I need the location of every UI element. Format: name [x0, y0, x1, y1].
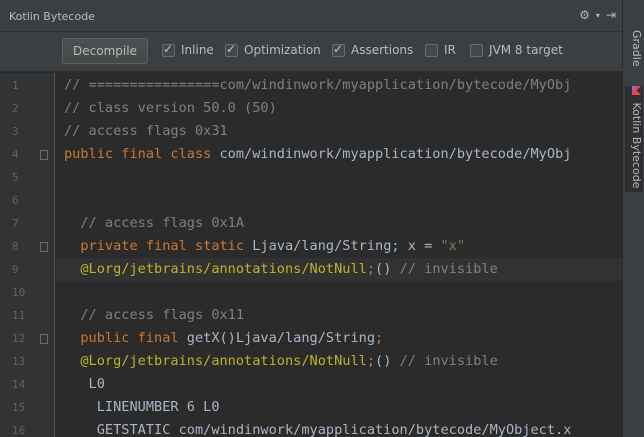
code-token-keyword: public final class — [64, 146, 220, 162]
inline-label: Inline — [181, 43, 214, 57]
code-token-comment: // access flags 0x1A — [64, 215, 245, 231]
line-number: 7 — [12, 217, 19, 230]
panel-header: Kotlin Bytecode ⚙ ▾ ⇥ — [0, 0, 622, 32]
code-line[interactable]: // access flags 0x1A — [56, 212, 622, 235]
hide-panel-icon[interactable]: ⇥ — [606, 8, 616, 22]
optimization-checkbox[interactable] — [225, 42, 238, 57]
panel-title: Kotlin Bytecode — [9, 10, 95, 23]
inline-option[interactable]: Inline — [162, 42, 214, 57]
line-number: 5 — [12, 171, 19, 184]
code-token-plain: LINENUMBER 6 L0 — [64, 399, 220, 415]
code-line[interactable]: public final class com/windinwork/myappl… — [56, 143, 622, 166]
code-token-comment: // class version 50.0 (50) — [64, 100, 277, 116]
code-token-plain: Ljava/lang/String; x = — [252, 238, 441, 254]
code-line[interactable] — [56, 166, 622, 189]
code-token-plain: () — [375, 261, 400, 277]
tab-gradle[interactable]: Gradle — [625, 30, 643, 76]
code-token-keyword: public final — [64, 330, 187, 346]
line-number-gutter[interactable]: 1 2 3 4 5 6 7 8 9 10 11 12 13 14 15 16 — [0, 73, 55, 437]
settings-icon[interactable]: ⚙ — [579, 8, 590, 22]
line-number: 1 — [12, 79, 19, 92]
jvm8-target-label: JVM 8 target — [489, 43, 563, 57]
fold-marker-icon[interactable] — [40, 150, 48, 160]
code-line[interactable]: // class version 50.0 (50) — [56, 97, 622, 120]
code-line[interactable] — [56, 281, 622, 304]
code-line[interactable]: GETSTATIC com/windinwork/myapplication/b… — [56, 419, 622, 437]
code-line[interactable] — [56, 189, 622, 212]
code-token-keyword: ; — [366, 261, 376, 277]
code-token-annotation: @Lorg/jetbrains/annotations/NotNull — [64, 353, 367, 369]
code-line[interactable]: // ================com/windinwork/myappl… — [56, 74, 622, 97]
line-number: 13 — [12, 355, 26, 368]
code-line[interactable]: // access flags 0x31 — [56, 120, 622, 143]
chevron-down-icon[interactable]: ▾ — [596, 11, 600, 22]
fold-marker-icon[interactable] — [40, 334, 48, 344]
code-line[interactable]: public final getX()Ljava/lang/String; — [56, 327, 622, 350]
code-token-plain: GETSTATIC com/windinwork/myapplication/b… — [64, 422, 572, 437]
line-number: 3 — [12, 125, 19, 138]
optimization-label: Optimization — [244, 43, 321, 57]
code-token-plain: () — [375, 353, 400, 369]
kotlin-icon — [631, 86, 641, 95]
code-token-plain: L0 — [64, 376, 105, 392]
code-token-keyword: private final static — [64, 238, 253, 254]
code-line[interactable]: // access flags 0x11 — [56, 304, 622, 327]
line-number: 14 — [12, 378, 26, 391]
line-number: 8 — [12, 240, 19, 253]
code-line[interactable]: L0 — [56, 373, 622, 396]
code-line[interactable]: private final static Ljava/lang/String; … — [56, 235, 622, 258]
line-number: 15 — [12, 401, 26, 414]
code-token-plain: com/windinwork/myapplication/bytecode/My… — [219, 146, 572, 162]
code-token-annotation: @Lorg/jetbrains/annotations/NotNull — [64, 261, 367, 277]
line-number: 6 — [12, 194, 19, 207]
line-number: 11 — [12, 309, 26, 322]
code-token-comment: // ================com/windinwork/myappl… — [64, 77, 572, 93]
tab-kotlin-bytecode-label: Kotlin Bytecode — [630, 102, 643, 189]
code-token-comment: // invisible — [399, 353, 498, 369]
assertions-label: Assertions — [351, 43, 414, 57]
fold-marker-icon[interactable] — [40, 242, 48, 252]
bytecode-editor[interactable]: // ================com/windinwork/myappl… — [56, 73, 622, 437]
code-line[interactable]: LINENUMBER 6 L0 — [56, 396, 622, 419]
line-number: 16 — [12, 424, 26, 437]
header-actions: ⚙ ▾ ⇥ — [579, 8, 616, 22]
ir-checkbox[interactable] — [425, 43, 438, 57]
code-token-keyword: ; — [375, 330, 384, 346]
right-tool-strip: Gradle Kotlin Bytecode — [622, 0, 644, 437]
line-number: 4 — [12, 148, 19, 161]
code-token-plain: getX()Ljava/lang/String — [186, 330, 376, 346]
tab-kotlin-bytecode[interactable]: Kotlin Bytecode — [625, 86, 643, 192]
tab-gradle-label: Gradle — [630, 30, 643, 67]
code-line[interactable]: @Lorg/jetbrains/annotations/NotNull;() /… — [56, 258, 622, 281]
optimization-option[interactable]: Optimization — [225, 42, 321, 57]
code-token-string: "x" — [440, 238, 466, 254]
code-token-comment: // invisible — [399, 261, 498, 277]
ir-option[interactable]: IR — [425, 43, 456, 57]
assertions-option[interactable]: Assertions — [332, 42, 414, 57]
ir-label: IR — [444, 43, 456, 57]
line-number: 10 — [12, 286, 26, 299]
jvm8-target-checkbox[interactable] — [470, 43, 483, 57]
assertions-checkbox[interactable] — [332, 42, 345, 57]
line-number: 12 — [12, 332, 26, 345]
bytecode-toolbar: Decompile Inline Optimization Assertions… — [0, 32, 622, 72]
jvm8-target-option[interactable]: JVM 8 target — [470, 43, 563, 57]
code-token-keyword: ; — [366, 353, 376, 369]
inline-checkbox[interactable] — [162, 42, 175, 57]
decompile-button[interactable]: Decompile — [62, 38, 148, 64]
line-number: 2 — [12, 102, 19, 115]
line-number: 9 — [12, 263, 19, 276]
code-token-comment: // access flags 0x31 — [64, 123, 228, 139]
code-line[interactable]: @Lorg/jetbrains/annotations/NotNull;() /… — [56, 350, 622, 373]
code-token-comment: // access flags 0x11 — [64, 307, 245, 323]
